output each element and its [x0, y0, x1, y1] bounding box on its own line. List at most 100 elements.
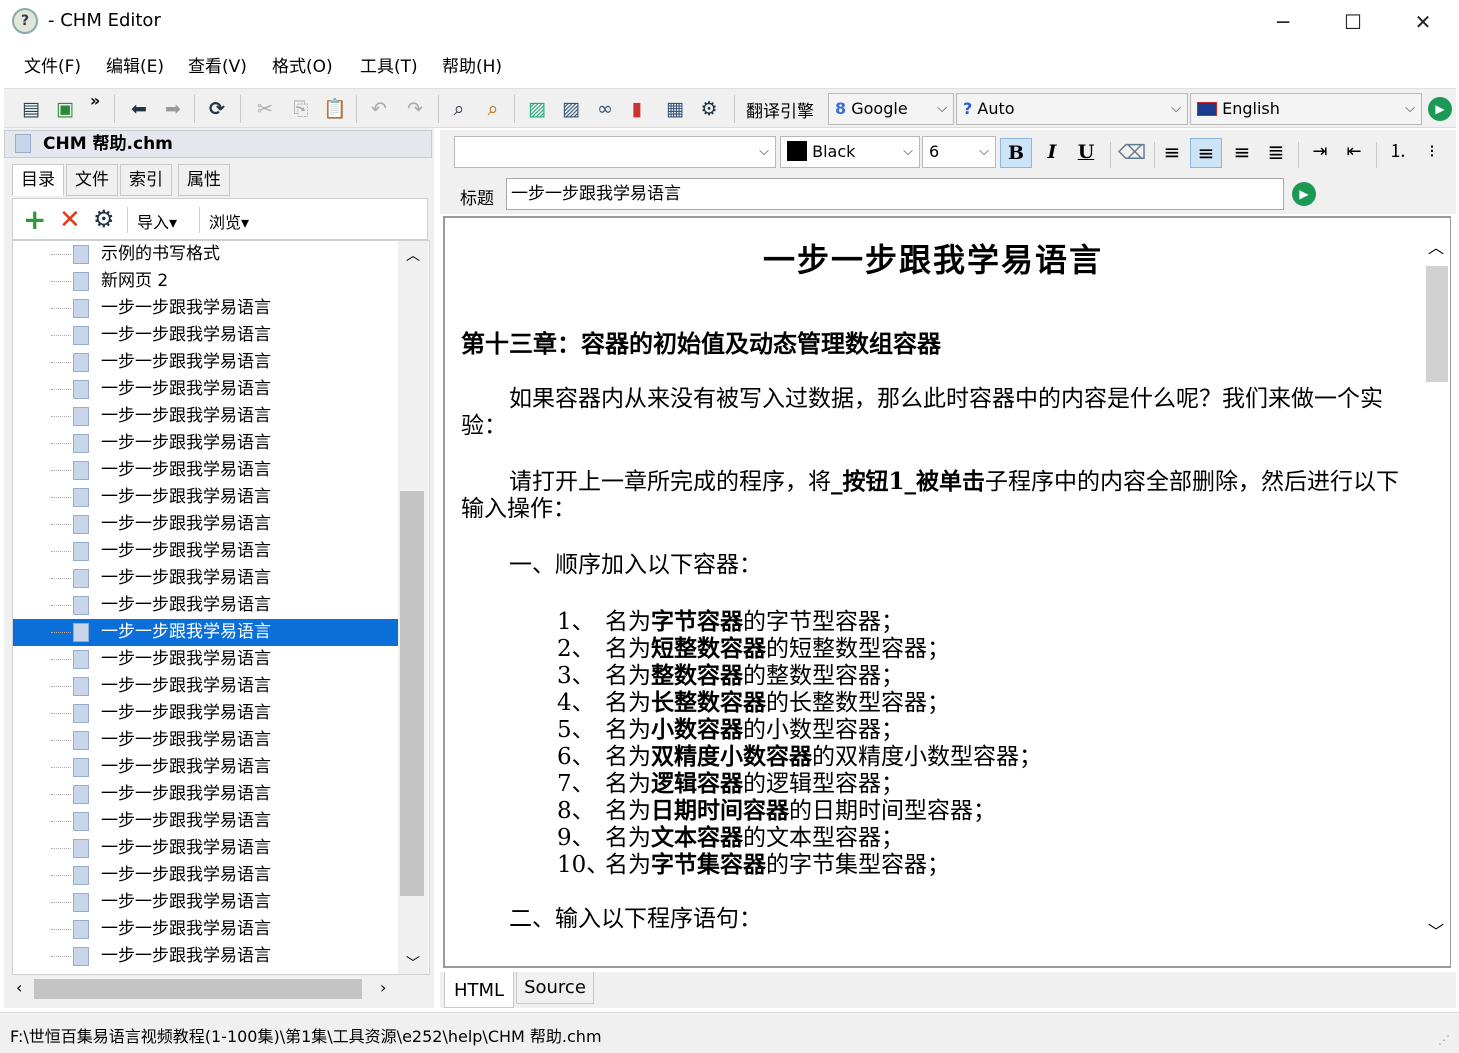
tree-item[interactable]: 一步一步跟我学易语言	[13, 727, 401, 754]
align-center-icon[interactable]: ≡	[1190, 138, 1222, 168]
delete-icon[interactable]: ✕	[59, 205, 81, 235]
undo-icon[interactable]: ↶	[364, 95, 394, 123]
eraser-icon[interactable]: ⌫	[1116, 138, 1148, 168]
numbered-list-icon[interactable]: ⒈	[1382, 138, 1414, 168]
tree-item[interactable]: 一步一步跟我学易语言	[13, 862, 401, 889]
font-select[interactable]: ⌵	[454, 136, 776, 168]
tree-item[interactable]: 一步一步跟我学易语言	[13, 835, 401, 862]
redo-icon[interactable]: ↷	[400, 95, 430, 123]
tree-item[interactable]: 一步一步跟我学易语言	[13, 916, 401, 943]
tree-item[interactable]: 一步一步跟我学易语言	[13, 403, 401, 430]
tree-horizontal-scrollbar[interactable]: ‹ ›	[12, 975, 400, 1003]
more-tools-icon[interactable]: »	[90, 91, 100, 110]
back-arrow-icon[interactable]: ⬅	[124, 95, 154, 123]
tree-item[interactable]: 一步一步跟我学易语言	[13, 889, 401, 916]
resize-grip-icon[interactable]: ⋰	[1438, 1033, 1450, 1047]
tree-item[interactable]: 一步一步跟我学易语言	[13, 592, 401, 619]
tree-item[interactable]: 一步一步跟我学易语言	[13, 376, 401, 403]
scrollbar-thumb[interactable]	[1426, 266, 1448, 382]
menu-format[interactable]: 格式(O)	[266, 54, 339, 80]
chevron-right-icon[interactable]: ›	[380, 978, 386, 997]
menu-view[interactable]: 查看(V)	[182, 54, 253, 80]
tree-item[interactable]: 一步一步跟我学易语言	[13, 565, 401, 592]
outdent-icon[interactable]: ⇤	[1338, 138, 1370, 168]
tree-item[interactable]: 一步一步跟我学易语言	[13, 781, 401, 808]
close-button[interactable]: ✕	[1388, 0, 1458, 44]
title-input[interactable]: 一步一步跟我学易语言	[506, 178, 1284, 210]
color-select[interactable]: Black ⌵	[780, 136, 920, 168]
copy-icon[interactable]: ⎘	[286, 95, 316, 123]
tree-item[interactable]: 一步一步跟我学易语言	[13, 484, 401, 511]
refresh-icon[interactable]: ⟳	[202, 95, 232, 123]
chevron-left-icon[interactable]: ‹	[16, 978, 22, 997]
editor-vertical-scrollbar[interactable]: ︿ ﹀	[1424, 218, 1450, 966]
tree-item[interactable]: 一步一步跟我学易语言	[13, 646, 401, 673]
menu-edit[interactable]: 编辑(E)	[100, 54, 170, 80]
target-language-select[interactable]: English ⌵	[1190, 93, 1422, 125]
justify-icon[interactable]: ≣	[1260, 138, 1292, 168]
forward-arrow-icon[interactable]: ➡	[158, 95, 188, 123]
tree-item[interactable]: 示例的书写格式	[13, 241, 401, 268]
tab-source[interactable]: Source	[516, 972, 594, 1004]
tree-item[interactable]: 一步一步跟我学易语言	[13, 673, 401, 700]
scrollbar-thumb[interactable]	[400, 491, 424, 896]
menu-file[interactable]: 文件(F)	[18, 54, 87, 80]
tree-item[interactable]: 一步一步跟我学易语言	[13, 457, 401, 484]
size-select[interactable]: 6 ⌵	[922, 136, 996, 168]
cut-icon[interactable]: ✂	[250, 95, 280, 123]
align-left-icon[interactable]: ≡	[1156, 138, 1188, 168]
table-icon[interactable]: ▦	[660, 95, 690, 123]
tab-properties[interactable]: 属性	[178, 164, 230, 196]
tree-item[interactable]: 一步一步跟我学易语言	[13, 808, 401, 835]
engine-select[interactable]: 8 Google ⌵	[828, 93, 954, 125]
tree-item[interactable]: 一步一步跟我学易语言	[13, 349, 401, 376]
tab-files[interactable]: 文件	[66, 164, 118, 196]
translate-go-icon[interactable]: ▶	[1428, 97, 1452, 121]
gear-icon[interactable]: ⚙	[694, 95, 724, 123]
bullet-list-icon[interactable]: ⁝	[1416, 138, 1448, 168]
tree-item[interactable]: 一步一步跟我学易语言	[13, 430, 401, 457]
search-icon[interactable]: ⌕	[444, 95, 474, 123]
link-icon[interactable]: ∞	[590, 95, 620, 123]
replace-icon[interactable]: ⌕	[478, 95, 508, 123]
tree-item[interactable]: 一步一步跟我学易语言	[13, 295, 401, 322]
tree-item[interactable]: 一步一步跟我学易语言	[13, 700, 401, 727]
paste-icon[interactable]: 📋	[320, 95, 350, 123]
tree-item[interactable]: 一步一步跟我学易语言	[13, 619, 401, 646]
browse-button[interactable]: 浏览▾	[209, 209, 249, 233]
chevron-up-icon[interactable]: ︿	[1428, 234, 1444, 258]
italic-button[interactable]: I	[1036, 138, 1068, 168]
tree-vertical-scrollbar[interactable]: ︿ ﹀	[398, 241, 428, 974]
tab-contents[interactable]: 目录	[12, 164, 64, 196]
html-editor[interactable]: 一步一步跟我学易语言 第十三章：容器的初始值及动态管理数组容器 如果容器内从来没…	[443, 216, 1451, 968]
source-language-select[interactable]: ? Auto ⌵	[956, 93, 1188, 125]
scrollbar-thumb[interactable]	[34, 979, 362, 999]
tab-html[interactable]: HTML	[444, 972, 514, 1008]
add-icon[interactable]: +	[23, 203, 46, 236]
import-button[interactable]: 导入▾	[137, 209, 177, 233]
menu-tools[interactable]: 工具(T)	[354, 54, 424, 80]
tree-item[interactable]: 一步一步跟我学易语言	[13, 943, 401, 970]
tree-item[interactable]: 一步一步跟我学易语言	[13, 754, 401, 781]
tree-item[interactable]: 一步一步跟我学易语言	[13, 511, 401, 538]
apply-title-icon[interactable]: ▶	[1292, 182, 1316, 206]
chevron-down-icon[interactable]: ﹀	[406, 953, 420, 973]
image-icon[interactable]: ▨	[556, 95, 586, 123]
tree-item[interactable]: 一步一步跟我学易语言	[13, 538, 401, 565]
chevron-down-icon[interactable]: ﹀	[1428, 918, 1444, 942]
tree-item[interactable]: 新网页 2	[13, 268, 401, 295]
chevron-up-icon[interactable]: ︿	[406, 245, 420, 265]
save-icon[interactable]: ▣	[50, 95, 80, 123]
underline-button[interactable]: U	[1070, 138, 1102, 168]
open-book-icon[interactable]: ▤	[16, 95, 46, 123]
menu-help[interactable]: 帮助(H)	[436, 54, 508, 80]
bookmark-icon[interactable]: ▮	[622, 95, 652, 123]
insert-image-icon[interactable]: ▨	[522, 95, 552, 123]
tab-index[interactable]: 索引	[120, 164, 172, 196]
gear-icon[interactable]: ⚙	[93, 205, 115, 233]
align-right-icon[interactable]: ≡	[1226, 138, 1258, 168]
maximize-button[interactable]: ☐	[1318, 0, 1388, 44]
indent-icon[interactable]: ⇥	[1304, 138, 1336, 168]
bold-button[interactable]: B	[1000, 138, 1032, 168]
minimize-button[interactable]: ─	[1248, 0, 1318, 44]
